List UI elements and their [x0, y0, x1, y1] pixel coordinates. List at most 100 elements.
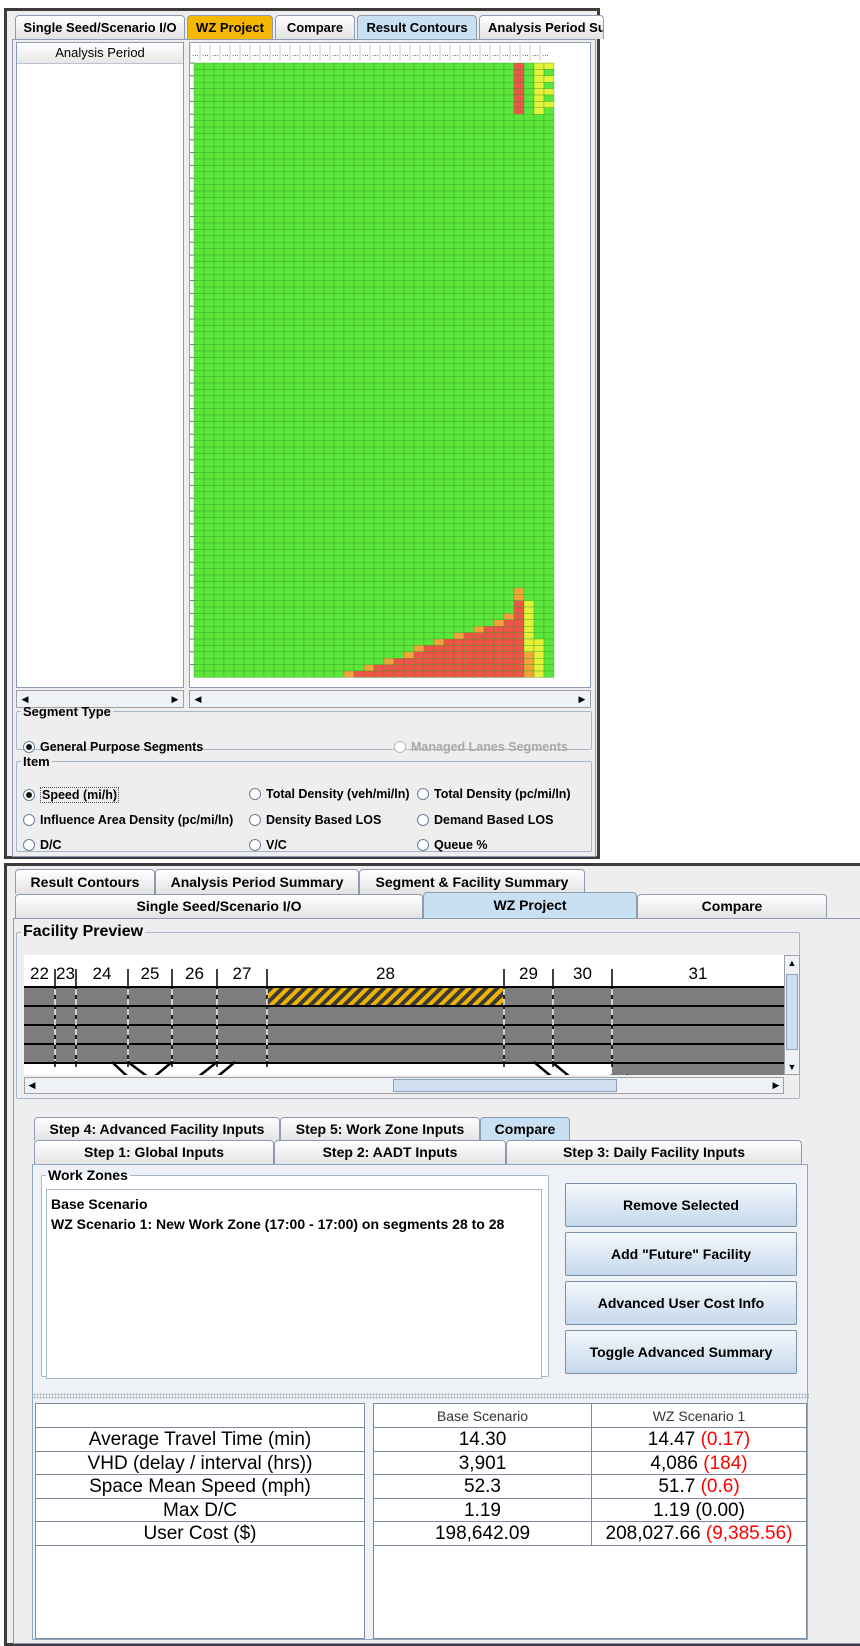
- contour-cell[interactable]: [293, 94, 305, 102]
- contour-cell[interactable]: [293, 146, 305, 153]
- contour-cell[interactable]: [223, 293, 235, 300]
- contour-cell[interactable]: [203, 139, 215, 147]
- contour-cell[interactable]: [213, 446, 225, 454]
- contour-cell[interactable]: [533, 651, 545, 659]
- contour-cell[interactable]: [433, 331, 445, 339]
- contour-cell[interactable]: [383, 472, 395, 480]
- contour-cell[interactable]: [293, 293, 305, 300]
- contour-cell[interactable]: [333, 498, 345, 505]
- contour-cell[interactable]: [193, 197, 205, 204]
- contour-cell[interactable]: [373, 331, 385, 339]
- contour-cell[interactable]: [523, 446, 535, 454]
- contour-cell[interactable]: [263, 178, 275, 185]
- contour-cell[interactable]: [463, 62, 475, 70]
- contour-cell[interactable]: [313, 210, 325, 217]
- contour-cell[interactable]: [363, 574, 375, 582]
- contour-cell[interactable]: [323, 197, 335, 204]
- contour-cell[interactable]: [243, 242, 255, 249]
- contour-cell[interactable]: [513, 293, 525, 300]
- contour-cell[interactable]: [513, 376, 525, 384]
- contour-cell[interactable]: [463, 632, 475, 640]
- contour-cell[interactable]: [203, 613, 215, 620]
- contour-cell[interactable]: [443, 88, 455, 96]
- contour-cell[interactable]: [293, 203, 305, 211]
- contour-cell[interactable]: [483, 613, 495, 620]
- contour-cell[interactable]: [303, 434, 315, 441]
- contour-cell[interactable]: [513, 626, 525, 633]
- contour-cell[interactable]: [373, 389, 385, 396]
- contour-cell[interactable]: [263, 261, 275, 268]
- contour-cell[interactable]: [283, 485, 295, 492]
- contour-cell[interactable]: [213, 261, 225, 268]
- contour-cell[interactable]: [293, 376, 305, 384]
- contour-cell[interactable]: [283, 459, 295, 467]
- contour-cell[interactable]: [293, 267, 305, 275]
- contour-cell[interactable]: [253, 453, 265, 460]
- contour-cell[interactable]: [323, 472, 335, 480]
- contour-cell[interactable]: [413, 203, 425, 211]
- contour-cell[interactable]: [213, 318, 225, 326]
- contour-cell[interactable]: [243, 82, 255, 89]
- contour-cell[interactable]: [383, 517, 395, 524]
- contour-cell[interactable]: [513, 62, 525, 70]
- contour-cell[interactable]: [273, 62, 285, 70]
- contour-cell[interactable]: [213, 670, 225, 678]
- contour-cell[interactable]: [433, 472, 445, 480]
- contour-cell[interactable]: [483, 670, 495, 678]
- contour-cell[interactable]: [243, 152, 255, 160]
- contour-cell[interactable]: [453, 82, 465, 89]
- contour-cell[interactable]: [223, 146, 235, 153]
- contour-cell[interactable]: [363, 229, 375, 236]
- contour-cell[interactable]: [223, 158, 235, 166]
- contour-cell[interactable]: [413, 466, 425, 473]
- contour-cell[interactable]: [413, 114, 425, 121]
- contour-cell[interactable]: [483, 594, 495, 601]
- contour-cell[interactable]: [213, 190, 225, 198]
- contour-cell[interactable]: [323, 414, 335, 422]
- contour-cell[interactable]: [273, 645, 285, 652]
- contour-cell[interactable]: [423, 203, 435, 211]
- contour-cell[interactable]: [193, 312, 205, 320]
- contour-cell[interactable]: [413, 670, 425, 678]
- contour-cell[interactable]: [483, 210, 495, 217]
- contour-cell[interactable]: [483, 299, 495, 307]
- contour-cell[interactable]: [383, 101, 395, 108]
- contour-cell[interactable]: [473, 574, 485, 582]
- contour-cell[interactable]: [263, 478, 275, 486]
- contour-cell[interactable]: [343, 414, 355, 422]
- contour-cell[interactable]: [513, 299, 525, 307]
- contour-cell[interactable]: [323, 184, 335, 192]
- contour-cell[interactable]: [453, 357, 465, 364]
- contour-cell[interactable]: [333, 555, 345, 563]
- contour-cell[interactable]: [533, 414, 545, 422]
- contour-cell[interactable]: [303, 581, 315, 588]
- contour-cell[interactable]: [313, 472, 325, 480]
- contour-cell[interactable]: [303, 152, 315, 160]
- contour-cell[interactable]: [383, 459, 395, 467]
- contour-cell[interactable]: [243, 350, 255, 358]
- contour-cell[interactable]: [353, 165, 365, 172]
- contour-cell[interactable]: [333, 178, 345, 185]
- contour-cell[interactable]: [473, 350, 485, 358]
- contour-cell[interactable]: [203, 178, 215, 185]
- contour-cell[interactable]: [493, 446, 505, 454]
- contour-cell[interactable]: [273, 318, 285, 326]
- contour-cell[interactable]: [513, 216, 525, 224]
- contour-cell[interactable]: [433, 82, 445, 89]
- contour-cell[interactable]: [443, 114, 455, 121]
- contour-cell[interactable]: [543, 165, 555, 172]
- contour-cell[interactable]: [423, 114, 435, 121]
- contour-cell[interactable]: [473, 184, 485, 192]
- contour-cell[interactable]: [483, 446, 495, 454]
- contour-cell[interactable]: [413, 75, 425, 83]
- contour-cell[interactable]: [243, 542, 255, 550]
- contour-cell[interactable]: [303, 318, 315, 326]
- contour-cell[interactable]: [243, 491, 255, 499]
- contour-cell[interactable]: [233, 670, 245, 678]
- contour-cell[interactable]: [193, 120, 205, 128]
- contour-cell[interactable]: [213, 197, 225, 204]
- contour-cell[interactable]: [343, 222, 355, 230]
- contour-cell[interactable]: [303, 114, 315, 121]
- contour-cell[interactable]: [213, 146, 225, 153]
- contour-cell[interactable]: [353, 414, 365, 422]
